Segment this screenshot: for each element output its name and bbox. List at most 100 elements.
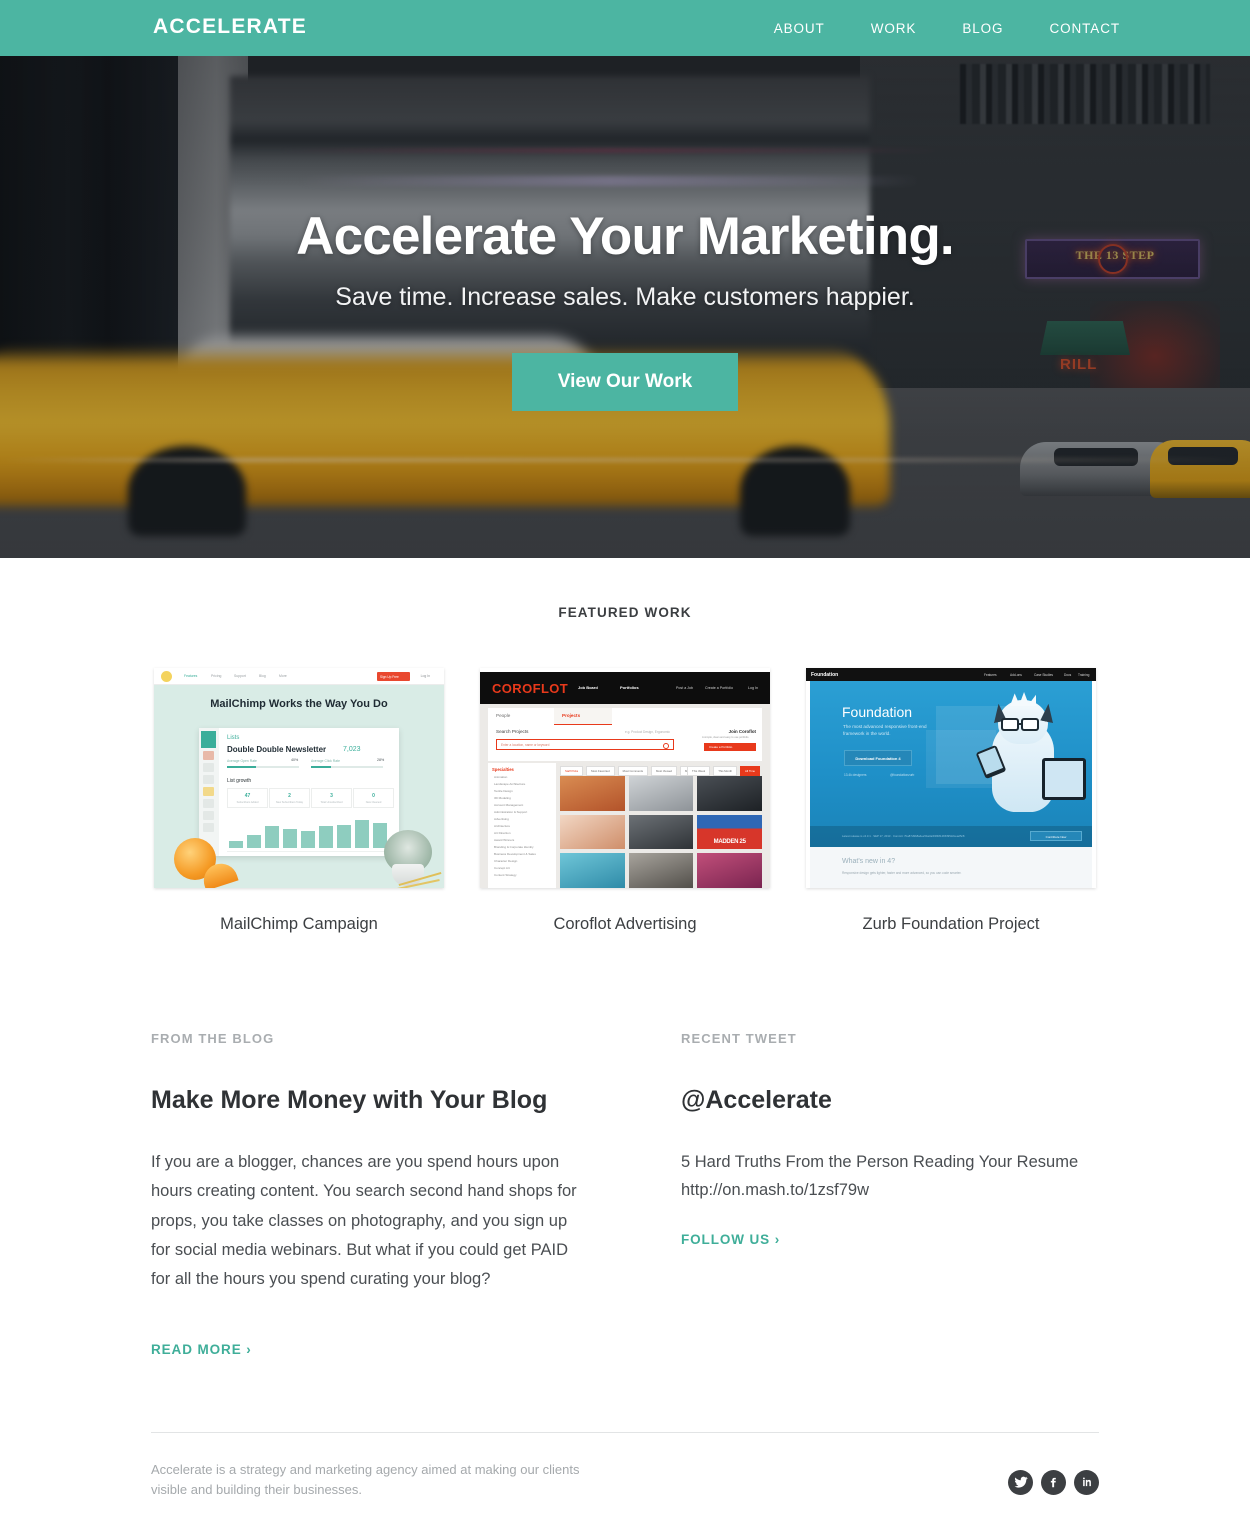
site-logo[interactable]: ACCELERATE bbox=[153, 15, 307, 39]
featured-work-title: FEATURED WORK bbox=[558, 605, 692, 620]
blog-kicker: FROM THE BLOG bbox=[151, 1031, 275, 1046]
mailchimp-nav-more: More bbox=[279, 674, 287, 678]
coroflot-specialty: Business Development & Sales bbox=[494, 852, 536, 856]
nav-item-about[interactable]: ABOUT bbox=[774, 20, 825, 38]
mailchimp-stat-value: 0 bbox=[372, 793, 375, 799]
tweet-kicker: RECENT TWEET bbox=[681, 1031, 797, 1046]
mailchimp-stat-label: Total Unsubscribed bbox=[320, 801, 343, 804]
work-thumbnail-coroflot[interactable]: COROFLOT Job Board Portfolios Post a Job… bbox=[480, 668, 770, 888]
coroflot-join-title: Join Coroflot bbox=[728, 729, 756, 734]
coroflot-specialty: Character Design bbox=[494, 859, 518, 863]
follow-us-link[interactable]: FOLLOW US › bbox=[681, 1232, 780, 1247]
coroflot-chip-staffpicks: Staff Picks bbox=[560, 766, 584, 776]
nav-item-contact[interactable]: CONTACT bbox=[1049, 20, 1120, 38]
mailchimp-stat-value: 3 bbox=[330, 793, 333, 799]
mailchimp-nav-features: Features bbox=[184, 674, 198, 678]
foundation-social-handle: @foundationzurb bbox=[890, 773, 915, 777]
mailchimp-metric2-value: 28% bbox=[377, 758, 385, 762]
coroflot-specialty: Architecture bbox=[494, 824, 511, 828]
featured-work-section: FEATURED WORK Features Pricing Support B… bbox=[0, 558, 1250, 934]
coroflot-project-tile bbox=[560, 776, 625, 811]
mailchimp-stat-label: New Cleaned bbox=[365, 801, 382, 804]
search-icon bbox=[663, 742, 669, 749]
coroflot-specialty: Branding & Corporate Identity bbox=[494, 845, 534, 849]
coroflot-specialty: Art Direction bbox=[494, 831, 511, 835]
coroflot-chip-alltime: All Time bbox=[740, 766, 760, 776]
mailchimp-lists-label: Lists bbox=[227, 735, 240, 741]
tweet-handle[interactable]: @Accelerate bbox=[681, 1086, 1099, 1115]
work-caption-mailchimp: MailChimp Campaign bbox=[220, 915, 378, 933]
tweet-body: 5 Hard Truths From the Person Reading Yo… bbox=[681, 1153, 1079, 1200]
nav-link-about[interactable]: ABOUT bbox=[774, 21, 825, 36]
coroflot-specialty: Landscape Architecture bbox=[494, 782, 526, 786]
mailchimp-growth-label: List growth bbox=[227, 778, 252, 784]
mailchimp-stat: 47 Subscribers Added bbox=[227, 788, 268, 808]
coroflot-time-chips: This Week This Month All Time bbox=[687, 766, 760, 776]
work-card-foundation: Foundation Features Add-ons Case Studies… bbox=[806, 668, 1096, 934]
coroflot-specialty: Administration & Support bbox=[494, 810, 528, 814]
foundation-social-count: 13.4k designers bbox=[844, 773, 867, 777]
coroflot-chip-thismonth: This Month bbox=[713, 766, 738, 776]
mailchimp-newsletter-name: Double Double Newsletter bbox=[227, 745, 327, 754]
nav-link-contact[interactable]: CONTACT bbox=[1049, 21, 1120, 36]
mailchimp-stat-label: Subscribers Added bbox=[236, 801, 259, 804]
featured-work-grid: Features Pricing Support Blog More Sign … bbox=[0, 668, 1250, 934]
coroflot-project-tile bbox=[560, 814, 625, 850]
work-caption-coroflot: Coroflot Advertising bbox=[553, 915, 697, 933]
foundation-download-button: Download Foundation 4 bbox=[844, 750, 912, 766]
mailchimp-stat: 2 New Subscribers Today bbox=[269, 788, 310, 808]
mailchimp-stat-value: 47 bbox=[244, 793, 251, 799]
work-thumbnail-foundation[interactable]: Foundation Features Add-ons Case Studies… bbox=[806, 668, 1096, 888]
coroflot-specialty: 3D Modeling bbox=[494, 796, 511, 800]
coroflot-search-placeholder: Enter a location, name or keyword bbox=[501, 743, 550, 747]
coroflot-madden-badge: MADDEN 25 bbox=[713, 839, 746, 846]
foundation-nav-training: Training bbox=[1078, 672, 1090, 677]
coroflot-chip-comments: Most Comments bbox=[617, 766, 649, 776]
work-card-mailchimp: Features Pricing Support Blog More Sign … bbox=[154, 668, 444, 934]
mailchimp-stat: 0 New Cleaned bbox=[353, 788, 394, 808]
coroflot-search-input: Enter a location, name or keyword bbox=[496, 739, 674, 750]
mailchimp-metric1-value: 40% bbox=[291, 758, 299, 762]
coroflot-search-title: Search Projects bbox=[496, 729, 529, 734]
work-card-coroflot: COROFLOT Job Board Portfolios Post a Job… bbox=[480, 668, 770, 934]
blog-post-title[interactable]: Make More Money with Your Blog bbox=[151, 1086, 681, 1115]
mailchimp-avatar bbox=[201, 731, 216, 748]
foundation-bottom-note: Latest release is v4.3.1 · SEP 17, 2013 … bbox=[842, 834, 965, 838]
hero-title: Accelerate Your Marketing. bbox=[296, 207, 954, 266]
foundation-nav-docs: Docs bbox=[1064, 672, 1072, 677]
facebook-icon[interactable] bbox=[1041, 1469, 1066, 1495]
nav-link-work[interactable]: WORK bbox=[871, 21, 917, 36]
coroflot-chip-thisweek: This Week bbox=[687, 766, 711, 776]
coroflot-project-tile-madden: MADDEN 25 bbox=[697, 814, 762, 850]
mailchimp-signup-label: Sign Up Free bbox=[380, 674, 399, 679]
hero-content: Accelerate Your Marketing. Save time. In… bbox=[0, 206, 1250, 411]
footer-social-links bbox=[1008, 1469, 1099, 1495]
nav-item-work[interactable]: WORK bbox=[871, 20, 917, 38]
coroflot-sort-chips: Staff Picks Most Favorited Most Comments… bbox=[560, 766, 706, 776]
linkedin-icon[interactable] bbox=[1074, 1469, 1099, 1495]
coroflot-create-portfolio-label: Create a Portfolio bbox=[709, 745, 733, 749]
site-header: ACCELERATE ABOUT WORK BLOG CONTACT bbox=[0, 0, 1250, 56]
blog-post-excerpt: If you are a blogger, chances are you sp… bbox=[151, 1153, 577, 1289]
footer-divider bbox=[151, 1431, 1099, 1433]
footer-text-block: Accelerate is a strategy and marketing a… bbox=[151, 1460, 611, 1518]
mailchimp-metric2-label: Average Click Rate bbox=[311, 759, 340, 763]
coroflot-specialty: Content Strategy bbox=[494, 873, 517, 877]
read-more-link[interactable]: READ MORE › bbox=[151, 1342, 252, 1357]
foundation-yeti-mascot bbox=[975, 692, 1086, 816]
coroflot-specialties-title: Specialties bbox=[492, 767, 514, 772]
work-thumbnail-mailchimp[interactable]: Features Pricing Support Blog More Sign … bbox=[154, 668, 444, 888]
foundation-nav-casestudies: Case Studies bbox=[1034, 672, 1053, 677]
site-footer: Accelerate is a strategy and marketing a… bbox=[151, 1460, 1099, 1518]
mailchimp-metric1-label: Average Open Rate bbox=[227, 759, 257, 763]
hero-section: THE 13 STEP RILL Accelerate Your Marketi… bbox=[0, 56, 1250, 558]
mailchimp-stat: 3 Total Unsubscribed bbox=[311, 788, 352, 808]
foundation-contribute-button: Contribute Now bbox=[1030, 831, 1082, 841]
nav-link-blog[interactable]: BLOG bbox=[962, 21, 1003, 36]
twitter-icon[interactable] bbox=[1008, 1469, 1033, 1495]
foundation-logo: Foundation bbox=[811, 671, 839, 678]
view-our-work-button[interactable]: View Our Work bbox=[511, 353, 739, 411]
nav-item-blog[interactable]: BLOG bbox=[962, 20, 1003, 38]
coroflot-chip-favorited: Most Favorited bbox=[586, 766, 615, 776]
coroflot-nav-postjob: Post a Job bbox=[676, 686, 693, 690]
